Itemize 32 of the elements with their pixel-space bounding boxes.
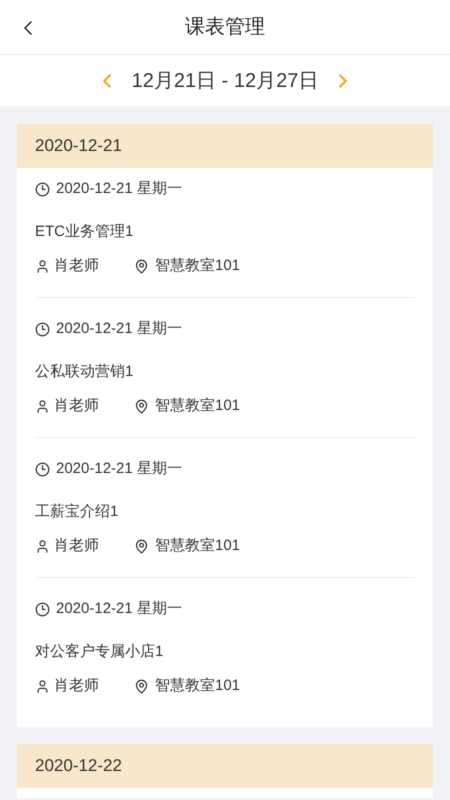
- teacher-name: 肖老师: [54, 676, 100, 696]
- teacher-name: 肖老师: [54, 256, 100, 276]
- week-range: 12月21日 - 12月27日: [132, 68, 318, 94]
- lesson-time: 2020-12-21 星期一: [56, 318, 182, 339]
- lesson-name: ETC业务管理1: [35, 222, 134, 242]
- location-icon: [134, 398, 149, 414]
- person-icon: [35, 678, 50, 694]
- teacher-name: 肖老师: [54, 396, 100, 416]
- clock-icon: [35, 182, 50, 196]
- person-icon: [35, 258, 50, 274]
- classroom: 智慧教室101: [155, 536, 240, 556]
- clock-icon: [35, 602, 50, 616]
- day-date: 2020-12-21: [35, 135, 122, 158]
- lesson-name: 工薪宝介绍1: [35, 502, 118, 522]
- lesson-name: 公私联动营销1: [35, 362, 134, 382]
- day-date: 2020-12-22: [35, 755, 122, 778]
- location-icon: [134, 678, 149, 694]
- lesson-time: 2020-12-21 星期一: [56, 458, 182, 479]
- location-icon: [134, 538, 149, 554]
- lesson-time: 2020-12-21 星期一: [56, 598, 182, 619]
- classroom: 智慧教室101: [155, 396, 240, 416]
- lesson-time: 2020-12-21 星期一: [56, 178, 182, 199]
- lesson-name: 对公客户专属小店1: [35, 642, 164, 662]
- location-icon: [134, 258, 149, 274]
- person-icon: [35, 538, 50, 554]
- clock-icon: [35, 322, 50, 336]
- classroom: 智慧教室101: [155, 676, 240, 696]
- page-title: 课表管理: [185, 15, 265, 40]
- classroom: 智慧教室101: [155, 256, 240, 276]
- person-icon: [35, 398, 50, 414]
- teacher-name: 肖老师: [54, 536, 100, 556]
- clock-icon: [35, 462, 50, 476]
